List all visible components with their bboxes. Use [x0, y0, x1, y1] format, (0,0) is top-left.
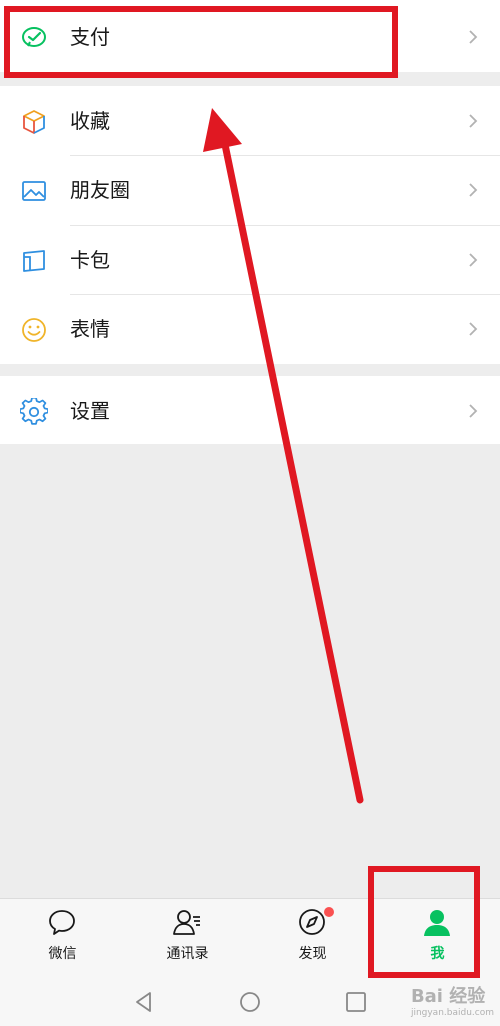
person-icon [424, 910, 450, 936]
watermark-subtext: jingyan.baidu.com [410, 1008, 494, 1018]
menu-item-moments[interactable]: 朋友圈 [0, 155, 500, 225]
tab-label: 我 [430, 946, 445, 962]
tab-label: 通讯录 [166, 946, 209, 962]
back-icon[interactable] [132, 990, 156, 1014]
chat-bubble-icon [49, 910, 75, 935]
settings-group: 设置 [0, 376, 500, 444]
menu-item-cards[interactable]: 卡包 [0, 225, 500, 295]
menu-item-pay[interactable]: 支付 [0, 2, 500, 72]
wechat-pay-icon [22, 27, 46, 47]
menu-item-stickers[interactable]: 表情 [0, 294, 500, 364]
tab-label: 微信 [48, 946, 77, 962]
compass-icon [299, 909, 325, 935]
home-icon[interactable] [238, 990, 262, 1014]
menu-label-moments: 朋友圈 [70, 178, 130, 202]
menu-label-pay: 支付 [70, 25, 110, 49]
tab-chats[interactable]: 微信 [0, 899, 125, 979]
baidu-jingyan-watermark: Bai 经验 jingyan.baidu.com [411, 982, 494, 1018]
contacts-icon [173, 910, 200, 935]
pay-group: 支付 [0, 0, 500, 72]
smiley-icon [22, 318, 46, 342]
chevron-right-icon [469, 322, 478, 336]
chevron-right-icon [469, 30, 478, 44]
menu-label-stickers: 表情 [70, 317, 110, 341]
card-wallet-icon [23, 250, 45, 272]
chevron-right-icon [469, 183, 478, 197]
chevron-right-icon [469, 114, 478, 128]
menu-label-cards: 卡包 [70, 248, 110, 272]
chevron-right-icon [469, 253, 478, 267]
menu-label-settings: 设置 [70, 399, 110, 423]
system-nav-bar: Bai 经验 jingyan.baidu.com [0, 978, 500, 1026]
gear-icon [20, 398, 48, 425]
watermark-text: Bai 经验 [410, 986, 486, 1007]
tab-me[interactable]: 我 [375, 899, 500, 979]
menu-item-favorites[interactable]: 收藏 [0, 86, 500, 156]
chevron-right-icon [469, 404, 478, 418]
tab-discover[interactable]: 发现 [250, 899, 375, 979]
menu-item-settings[interactable]: 设置 [0, 376, 500, 446]
tab-label: 发现 [298, 946, 327, 962]
recents-icon[interactable] [344, 990, 368, 1014]
discover-badge [324, 907, 334, 917]
tab-contacts[interactable]: 通讯录 [125, 899, 250, 979]
features-group: 收藏 朋友圈 卡包 表情 [0, 86, 500, 364]
cube-icon [23, 110, 45, 134]
menu-label-favorites: 收藏 [70, 109, 110, 133]
image-icon [22, 181, 46, 201]
bottom-tab-bar: 微信 通讯录 发现 我 [0, 898, 500, 979]
